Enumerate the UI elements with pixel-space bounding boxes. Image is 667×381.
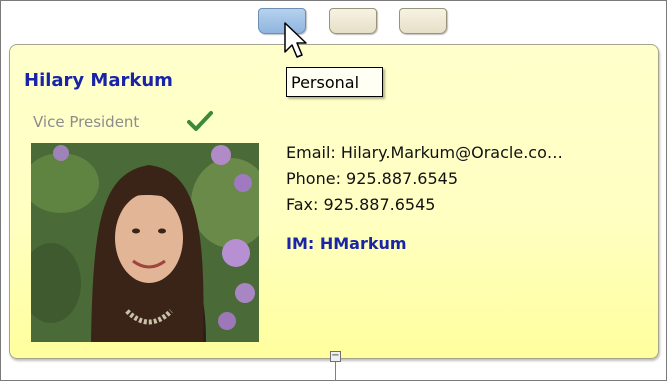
contact-title: Vice President [33,113,140,131]
fax-text: Fax: 925.887.6545 [286,195,436,214]
phone-text: Phone: 925.887.6545 [286,169,459,188]
mouse-cursor-icon [284,22,307,58]
contact-photo [31,143,259,342]
tooltip: Personal [286,67,383,97]
im-link[interactable]: IM: HMarkum [286,234,407,253]
collapse-button[interactable]: − [330,351,341,362]
portrait-image [31,143,259,342]
check-icon [187,111,213,131]
tab-3[interactable] [399,8,447,34]
contact-name: Hilary Markum [24,70,173,91]
email-text[interactable]: Email: Hilary.Markum@Oracle.co… [286,143,563,162]
tab-2[interactable] [329,8,377,34]
connector-line [335,362,336,381]
